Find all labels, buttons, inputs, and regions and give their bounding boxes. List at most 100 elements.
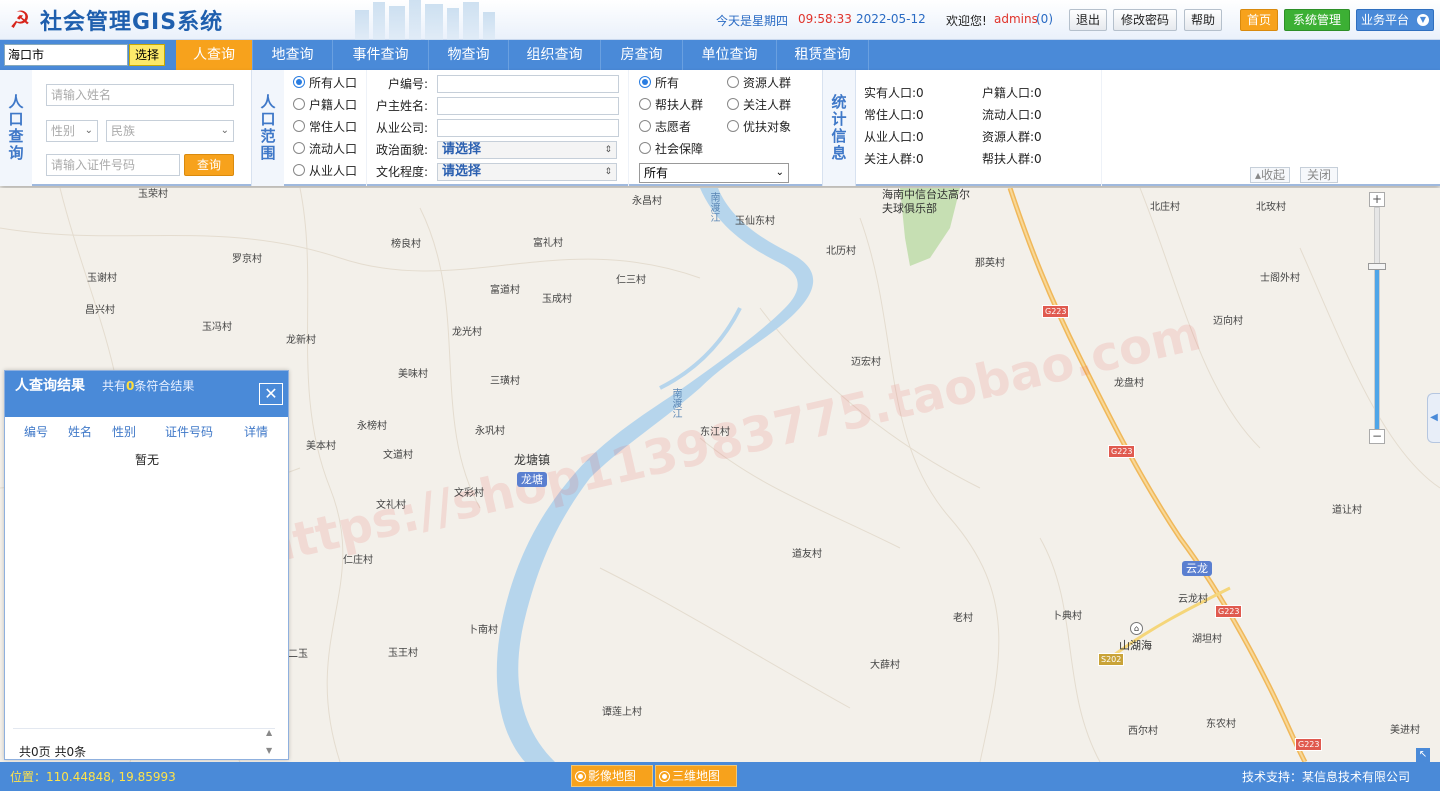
main-nav: 海口市 选择 人查询 地查询 事件查询 物查询 组织查询 房查询 单位查询 租赁… [0, 40, 1440, 70]
zoom-level-fill [1375, 270, 1379, 430]
radio-icon [639, 120, 651, 132]
village-label: 卜典村 [1052, 611, 1082, 622]
name-input[interactable]: 请输入姓名 [46, 84, 234, 106]
radio-group-social-security[interactable]: 社会保障 [639, 139, 703, 157]
3d-map-button[interactable]: 三维地图 [655, 765, 737, 787]
empty-message: 暂无 [135, 453, 160, 467]
column-detail: 详情 [244, 425, 269, 439]
village-label: 永巩村 [475, 426, 505, 437]
result-summary-prefix: 共有 [102, 379, 127, 393]
household-no-input[interactable] [437, 75, 619, 93]
town-longtang: 龙塘镇 [514, 453, 551, 467]
result-summary: 共有0条符合结果 [102, 377, 194, 394]
chevron-down-icon: ⌄ [220, 125, 229, 136]
close-panel-button[interactable]: 关闭 [1300, 167, 1338, 183]
business-platform-label: 业务平台 [1361, 13, 1410, 27]
town-badge-longtang[interactable]: 龙塘 [517, 472, 547, 487]
village-label: 东江村 [700, 427, 730, 438]
radio-icon [727, 120, 739, 132]
householder-input[interactable] [437, 97, 619, 115]
village-label: 道友村 [792, 549, 822, 560]
radio-group-attention[interactable]: 关注人群 [727, 95, 791, 113]
weekday-text: 今天是星期四 [716, 14, 789, 28]
collapse-button[interactable]: ▴收起 [1250, 167, 1290, 183]
radio-checked-icon [576, 772, 585, 781]
radio-resident-population[interactable]: 常住人口 [293, 117, 357, 135]
tab-land-query[interactable]: 地查询 [253, 40, 333, 70]
message-count[interactable]: (0) [1036, 12, 1053, 26]
education-label: 文化程度: [375, 165, 428, 179]
tab-event-query[interactable]: 事件查询 [333, 40, 429, 70]
highway-shield: G223 [1108, 445, 1136, 458]
radio-floating-population[interactable]: 流动人口 [293, 139, 357, 157]
stat-attention-group: 关注人群:0 [864, 152, 924, 166]
tab-object-query[interactable]: 物查询 [429, 40, 509, 70]
help-button[interactable]: 帮助 [1184, 9, 1222, 31]
updown-arrow-icon: ⇕ [604, 145, 612, 155]
logout-button[interactable]: 退出 [1069, 9, 1107, 31]
town-badge-yunlong[interactable]: 云龙 [1182, 561, 1212, 576]
village-label: 文礼村 [376, 500, 406, 511]
close-icon[interactable]: ✕ [259, 383, 283, 405]
village-label: 仁三村 [616, 275, 646, 286]
zoom-slider-handle[interactable] [1368, 263, 1386, 270]
city-select-button[interactable]: 选择 [129, 44, 165, 66]
radio-group-preferential[interactable]: 优扶对象 [727, 117, 791, 135]
city-input[interactable]: 海口市 [4, 44, 128, 66]
village-label: 大薛村 [870, 660, 900, 671]
employer-input[interactable] [437, 119, 619, 137]
radio-registered-population[interactable]: 户籍人口 [293, 95, 357, 113]
radio-all-population[interactable]: 所有人口 [293, 73, 357, 91]
result-scrollbar[interactable]: ▲ ▼ [266, 729, 276, 757]
village-label: 龙盘村 [1114, 378, 1144, 389]
village-label: 谭莲上村 [602, 707, 642, 718]
village-label: 迈宏村 [851, 357, 881, 368]
tab-org-query[interactable]: 组织查询 [509, 40, 601, 70]
pagination-summary: 共0页 共0条 [19, 745, 87, 759]
radio-group-resource[interactable]: 资源人群 [727, 73, 791, 91]
radio-label: 常住人口 [309, 119, 358, 134]
change-password-button[interactable]: 修改密码 [1113, 9, 1177, 31]
tab-unit-query[interactable]: 单位查询 [683, 40, 777, 70]
top-header: ☭ 社会管理GIS系统 今天是星期四 09:58:33 2022-05-12 欢… [0, 0, 1440, 40]
app-title: 社会管理GIS系统 [40, 10, 224, 35]
zoom-in-button[interactable]: + [1369, 192, 1385, 207]
tab-rental-query[interactable]: 租赁查询 [777, 40, 869, 70]
radio-employed-population[interactable]: 从业人口 [293, 161, 357, 179]
radio-group-all[interactable]: 所有 [639, 73, 679, 91]
education-select[interactable]: 请选择 ⇕ [437, 163, 617, 181]
updown-arrow-icon: ⇕ [604, 167, 612, 177]
stat-actual-population: 实有人口:0 [864, 86, 924, 100]
village-label: 二玉 [288, 649, 308, 660]
stat-assistance-group: 帮扶人群:0 [982, 152, 1042, 166]
river-label: 南渡江 [708, 192, 719, 222]
village-label: 文道村 [383, 450, 413, 461]
group-select[interactable]: 所有 ⌄ [639, 163, 789, 183]
tab-person-query[interactable]: 人查询 [176, 40, 253, 70]
id-number-input[interactable]: 请输入证件号码 [46, 154, 180, 176]
village-label: 道让村 [1332, 505, 1362, 516]
username[interactable]: admins [994, 12, 1038, 26]
radio-group-volunteer[interactable]: 志愿者 [639, 117, 691, 135]
search-button[interactable]: 查询 [184, 154, 234, 176]
gender-select[interactable]: 性别 ⌄ [46, 120, 98, 142]
result-table-header: 编号 姓名 性别 证件号码 详情 [5, 423, 288, 441]
zoom-track[interactable] [1374, 207, 1380, 431]
village-label: 北玫村 [1256, 202, 1286, 213]
radio-group-assistance[interactable]: 帮扶人群 [639, 95, 703, 113]
tab-house-query[interactable]: 房查询 [601, 40, 683, 70]
political-select[interactable]: 请选择 ⇕ [437, 141, 617, 159]
divider [13, 728, 275, 729]
image-map-button[interactable]: 影像地图 [571, 765, 653, 787]
side-panel-toggle[interactable]: ◀ [1427, 393, 1440, 443]
chevron-down-icon: ▼ [1417, 14, 1429, 26]
stat-floating-population: 流动人口:0 [982, 108, 1042, 122]
ethnicity-select[interactable]: 民族 ⌄ [106, 120, 234, 142]
fullscreen-icon[interactable]: ↖ [1416, 748, 1430, 762]
divider [366, 70, 367, 186]
business-platform-button[interactable]: 业务平台 ▼ [1356, 9, 1434, 31]
village-label: 玉王村 [388, 648, 418, 659]
zoom-out-button[interactable]: − [1369, 429, 1385, 444]
system-admin-button[interactable]: 系统管理 [1284, 9, 1350, 31]
home-button[interactable]: 首页 [1240, 9, 1278, 31]
